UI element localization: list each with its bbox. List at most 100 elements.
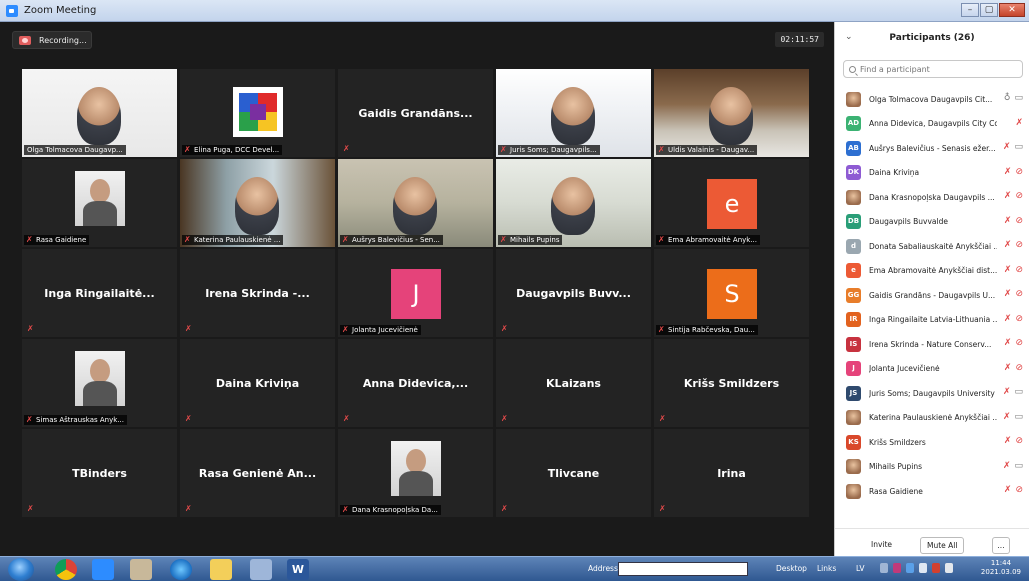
participant-figure (235, 177, 279, 235)
muted-mic-icon: ✗ (1003, 338, 1012, 348)
participant-row[interactable]: GG Gaidis Grandāns - Daugavpils U... ✗ ⊘ (835, 283, 1029, 308)
video-tile[interactable]: ✗ Rasa Gaidiene (22, 159, 177, 247)
minimize-button[interactable]: – (961, 3, 979, 17)
video-tile[interactable]: ✗ Aušrys Balevičius - Sen... (338, 159, 493, 247)
participant-row[interactable]: d Donata Sabaliauskaitė Anykščiai ... ✗ ⊘ (835, 234, 1029, 259)
avatar: e (846, 263, 861, 279)
participant-row[interactable]: DK Daina Kriviņa ✗ ⊘ (835, 161, 1029, 186)
participant-row[interactable]: JS Juris Soms; Daugavpils University ✗ ▭ (835, 381, 1029, 406)
video-tile[interactable]: ✗ Uldis Valainis - Daugav... (654, 69, 809, 157)
language-indicator[interactable]: LV (856, 564, 865, 573)
title-bar: Zoom Meeting – ▢ ✕ (0, 0, 1029, 22)
video-feed (496, 69, 651, 157)
participant-row[interactable]: Mihails Pupins ✗ ▭ (835, 455, 1029, 480)
name-caption: ✗ Uldis Valainis - Daugav... (656, 145, 758, 155)
close-button[interactable]: ✕ (999, 3, 1025, 17)
video-tile[interactable]: Rasa Genienė An... ✗ (180, 429, 335, 517)
muted-mic-icon: ✗ (1003, 240, 1012, 250)
participant-row[interactable]: e Ema Abramovaitė Anykščiai dist... ✗ ⊘ (835, 259, 1029, 284)
avatar: e (707, 179, 757, 229)
participant-row[interactable]: AD Anna Didevica, Daugavpils City Cou... ✗ (835, 112, 1029, 137)
participant-search[interactable] (843, 60, 1023, 78)
more-button[interactable]: ... (992, 537, 1010, 554)
word-icon[interactable]: W (287, 559, 309, 580)
profile-photo (391, 441, 441, 496)
video-tile[interactable]: Inga Ringailaitė... ✗ (22, 249, 177, 337)
video-tile[interactable]: S ✗ Sintija Rabčevska, Dau... (654, 249, 809, 337)
participant-row[interactable]: Rasa Gaidiene ✗ ⊘ (835, 479, 1029, 504)
tray-app-icon[interactable] (893, 563, 901, 573)
video-tile[interactable]: e ✗ Ema Abramovaitė Anyk... (654, 159, 809, 247)
video-off-icon: ⊘ (1015, 215, 1023, 226)
recording-indicator[interactable]: Recording... (12, 31, 92, 49)
video-tile[interactable]: Anna Didevica,... ✗ (338, 339, 493, 427)
network-app-icon[interactable] (250, 559, 272, 580)
video-tile[interactable]: Daina Kriviņa ✗ (180, 339, 335, 427)
participant-status-icons: ✗ ⊘ (1004, 436, 1023, 446)
mute-all-button[interactable]: Mute All (920, 537, 965, 554)
start-button[interactable] (8, 558, 34, 581)
invite-button[interactable]: Invite (865, 537, 898, 552)
profile-photo (75, 351, 125, 406)
search-input[interactable] (860, 64, 1020, 74)
participant-row[interactable]: IS Irena Skrinda - Nature Conserv... ✗ ⊘ (835, 332, 1029, 357)
video-tile[interactable]: ✗ Dana Krasnopoļska Da... (338, 429, 493, 517)
chrome-icon[interactable] (55, 559, 77, 580)
video-tile[interactable]: ✗ Katerina Paulauskienė ... (180, 159, 335, 247)
video-tile[interactable]: Krišs Smildzers ✗ (654, 339, 809, 427)
participant-row[interactable]: J Jolanta Jucevičienė ✗ ⊘ (835, 357, 1029, 382)
participant-row[interactable]: Katerina Paulauskienė Anykščiai ... ✗ ▭ (835, 406, 1029, 431)
participant-row[interactable]: Olga Tolmacova Daugavpils Cit... ♁ ▭ (835, 87, 1029, 112)
participant-row[interactable]: DB Daugavpils Buvvalde ✗ ⊘ (835, 210, 1029, 235)
internet-explorer-icon[interactable] (170, 559, 192, 580)
video-tile[interactable]: Gaidis Grandāns... ✗ (338, 69, 493, 157)
avatar (846, 410, 861, 426)
video-off-icon: ⊘ (1015, 264, 1023, 275)
caption-text: Rasa Gaidiene (36, 236, 87, 244)
video-tile[interactable]: J ✗ Jolanta Jucevičienė (338, 249, 493, 337)
participant-row[interactable]: Dana Krasnopoļska Daugavpils ... ✗ ⊘ (835, 185, 1029, 210)
video-tile[interactable]: Daugavpils Buvv... ✗ (496, 249, 651, 337)
maximize-button[interactable]: ▢ (980, 3, 998, 17)
participants-panel: ⌄ Participants (26) Olga Tolmacova Dauga… (834, 22, 1029, 556)
keyboard-icon[interactable] (880, 563, 888, 573)
participant-status-icons: ✗ ⊘ (1004, 167, 1023, 177)
avatar (846, 91, 861, 107)
participant-name: Dana Krasnopoļska Daugavpils ... (869, 192, 995, 202)
participant-row[interactable]: AB Aušrys Balevičius - Senasis ežer... ✗ ▭ (835, 136, 1029, 161)
muted-mic-icon: ✗ (26, 415, 33, 424)
video-tile[interactable]: TBinders ✗ (22, 429, 177, 517)
video-tile[interactable]: Olga Tolmacova Daugavp... (22, 69, 177, 157)
participant-status-icons: ✗ ⊘ (1004, 485, 1023, 495)
participant-list: Olga Tolmacova Daugavpils Cit... ♁ ▭ AD Anna… (835, 87, 1029, 504)
participant-status-icons: ✗ (1015, 118, 1023, 128)
video-tile[interactable]: ✗ Simas Aštrauskas Anyk... (22, 339, 177, 427)
folder-icon[interactable] (210, 559, 232, 580)
video-tile[interactable]: Tlivcane ✗ (496, 429, 651, 517)
system-clock[interactable]: 11:44 2021.03.09 (981, 559, 1021, 577)
video-tile[interactable]: ✗ Juris Soms; Daugavpils... (496, 69, 651, 157)
bluetooth-icon[interactable] (906, 563, 914, 573)
links-label[interactable]: Links (817, 564, 836, 573)
participant-status-icons: ✗ ⊘ (1004, 191, 1023, 201)
video-tile[interactable]: Irina ✗ (654, 429, 809, 517)
zoom-window: Zoom Meeting – ▢ ✕ Recording... 02:11:57… (0, 0, 1029, 581)
video-tile[interactable]: ✗ Elina Puga, DCC Devel... (180, 69, 335, 157)
signal-icon[interactable] (945, 563, 953, 573)
avatar: IS (846, 336, 861, 352)
avatar: d (846, 238, 861, 254)
zoom-taskbar-icon[interactable] (92, 559, 114, 580)
notification-icon[interactable] (932, 563, 940, 573)
volume-icon[interactable] (919, 563, 927, 573)
desktop-label[interactable]: Desktop (776, 564, 807, 573)
participant-row[interactable]: IR Inga Ringailaite Latvia-Lithuania ... ✗… (835, 308, 1029, 333)
video-tile[interactable]: ✗ Mihails Pupins (496, 159, 651, 247)
address-input[interactable] (618, 562, 748, 576)
video-tile[interactable]: Irena Skrinda -... ✗ (180, 249, 335, 337)
participant-row[interactable]: KS Krišs Smildzers ✗ ⊘ (835, 430, 1029, 455)
participant-figure (77, 87, 121, 145)
video-tile[interactable]: KLaizans ✗ (496, 339, 651, 427)
chevron-down-icon[interactable]: ⌄ (845, 32, 853, 42)
application-icon[interactable] (130, 559, 152, 580)
muted-mic-icon: ✗ (658, 145, 665, 154)
